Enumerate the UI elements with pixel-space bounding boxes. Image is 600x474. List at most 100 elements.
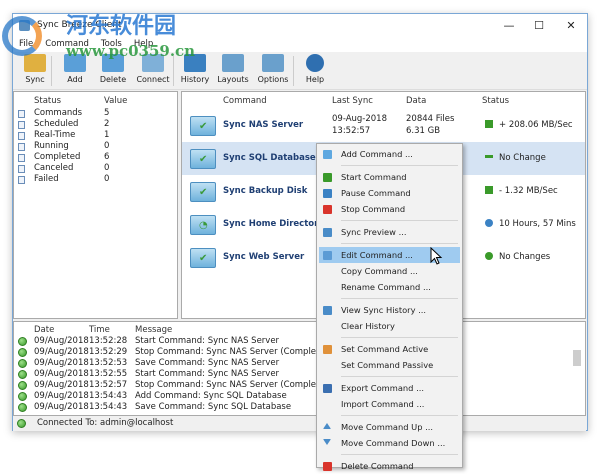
menu-command[interactable]: Command	[39, 38, 95, 50]
menu-help[interactable]: Help	[128, 38, 159, 50]
log-date: 09/Aug/2018	[34, 336, 89, 346]
menu-item-label: Delete Command	[341, 461, 414, 471]
command-name[interactable]: Sync Web Server	[223, 252, 304, 262]
toolbar-connect-button[interactable]: Connect	[133, 54, 173, 85]
menu-item-label: Copy Command ...	[341, 266, 418, 276]
menu-item-start-command[interactable]: Start Command	[319, 169, 460, 185]
menu-separator	[341, 415, 458, 416]
command-status: 10 Hours, 57 Mins	[485, 219, 576, 229]
triangle-down-icon	[323, 439, 331, 445]
toolbar-options-button[interactable]: Options	[253, 54, 293, 85]
menu-item-label: Move Command Down ...	[341, 438, 446, 448]
log-date: 09/Aug/2018	[34, 380, 89, 390]
col-last-sync[interactable]: Last Sync	[332, 96, 373, 106]
summary-value: 5	[104, 108, 110, 118]
menu-item-pause-command[interactable]: Pause Command	[319, 185, 460, 201]
menu-item-set-command-passive[interactable]: Set Command Passive	[319, 357, 460, 373]
minimize-button[interactable]: —	[495, 17, 523, 35]
col-status: Status	[34, 96, 62, 106]
command-name[interactable]: Sync NAS Server	[223, 120, 303, 130]
menu-item-export-command[interactable]: Export Command ...	[319, 380, 460, 396]
menu-item-view-sync-history[interactable]: View Sync History ...	[319, 302, 460, 318]
success-icon	[18, 381, 27, 390]
toolbar-label: Delete	[99, 75, 127, 84]
chart-icon	[323, 306, 332, 315]
menu-separator	[341, 243, 458, 244]
close-button[interactable]: ✕	[557, 17, 585, 35]
toolbar-sync-button[interactable]: Sync	[15, 54, 55, 85]
menu-item-sync-preview[interactable]: Sync Preview ...	[319, 224, 460, 240]
menu-file[interactable]: File	[13, 38, 39, 50]
toolbar-history-button[interactable]: History	[175, 54, 215, 85]
menu-item-label: Rename Command ...	[341, 282, 431, 292]
log-scrollbar-thumb[interactable]	[573, 350, 581, 366]
log-message: Save Command: Sync SQL Database	[135, 402, 292, 412]
toolbar-add-button[interactable]: Add	[55, 54, 95, 85]
app-window: Sync Breeze Client — ☐ ✕ File Command Tool…	[12, 13, 588, 431]
app-icon	[19, 20, 30, 31]
summary-value: 0	[104, 141, 110, 151]
success-icon	[18, 392, 27, 401]
toolbar-delete-button[interactable]: Delete	[93, 54, 133, 85]
log-time: 13:52:53	[89, 358, 128, 368]
status-item-icon	[18, 165, 25, 173]
summary-row: Completed 6	[18, 152, 168, 163]
pause-icon	[323, 189, 332, 198]
menu-separator	[341, 220, 458, 221]
command-status: - 1.32 MB/Sec	[485, 186, 558, 196]
layouts-icon	[222, 54, 244, 72]
success-icon	[18, 348, 27, 357]
menu-item-rename-command[interactable]: Rename Command ...	[319, 279, 460, 295]
log-message: Stop Command: Sync NAS Server (Completed…	[135, 347, 334, 357]
menu-item-add-command[interactable]: Add Command ...	[319, 146, 460, 162]
status-text: - 1.32 MB/Sec	[499, 186, 558, 196]
context-menu: Add Command ... Start Command Pause Comman…	[316, 143, 463, 471]
window-title: Sync Breeze Client	[37, 20, 122, 30]
toolbar-label: Layouts	[217, 75, 249, 84]
log-time: 13:52:29	[89, 347, 128, 357]
menu-item-set-command-active[interactable]: Set Command Active	[319, 341, 460, 357]
menu-item-label: Import Command ...	[341, 399, 425, 409]
menu-item-label: Start Command	[341, 172, 407, 182]
command-status: No Changes	[485, 252, 550, 262]
toolbar-layouts-button[interactable]: Layouts	[213, 54, 253, 85]
col-status[interactable]: Status	[482, 96, 509, 106]
edit-icon	[323, 251, 332, 260]
log-message: Start Command: Sync NAS Server	[135, 369, 280, 379]
menu-item-label: Export Command ...	[341, 383, 424, 393]
folder-icon: ◔	[190, 215, 216, 235]
command-name[interactable]: Sync SQL Database	[223, 153, 316, 163]
toolbar-help-button[interactable]: Help	[295, 54, 335, 85]
col-date: Date	[34, 325, 55, 335]
menu-separator	[341, 298, 458, 299]
command-row[interactable]: ✔ Sync NAS Server 09-Aug-2018 13:52:57 20844…	[182, 109, 585, 142]
connected-icon	[17, 419, 26, 428]
check-icon: ✔	[199, 121, 208, 132]
menu-item-move-command-down[interactable]: Move Command Down ...	[319, 435, 460, 451]
toolbar-label: Help	[305, 75, 325, 84]
maximize-button[interactable]: ☐	[525, 17, 553, 35]
col-data[interactable]: Data	[406, 96, 426, 106]
menu-item-clear-history[interactable]: Clear History	[319, 318, 460, 334]
mouse-cursor-icon	[430, 247, 443, 265]
log-time: 13:54:43	[89, 391, 128, 401]
menu-item-label: Set Command Passive	[341, 360, 434, 370]
check-icon: ✔	[199, 187, 208, 198]
menu-separator	[341, 165, 458, 166]
menu-separator	[341, 376, 458, 377]
menu-item-stop-command[interactable]: Stop Command	[319, 201, 460, 217]
toolbar-label: Connect	[136, 75, 170, 84]
status-bar: Connected To: admin@localhost	[13, 416, 586, 431]
stop-icon	[323, 205, 332, 214]
help-icon	[306, 54, 324, 72]
command-name[interactable]: Sync Backup Disk	[223, 186, 307, 196]
menu-item-move-command-up[interactable]: Move Command Up ...	[319, 419, 460, 435]
arrow-down-icon	[485, 186, 493, 194]
col-time: Time	[89, 325, 110, 335]
menu-tools[interactable]: Tools	[95, 38, 128, 50]
sync-icon	[24, 54, 46, 72]
summary-value: 1	[104, 130, 110, 140]
col-command[interactable]: Command	[223, 96, 267, 106]
menu-item-import-command[interactable]: Import Command ...	[319, 396, 460, 412]
summary-row: Commands 5	[18, 108, 168, 119]
